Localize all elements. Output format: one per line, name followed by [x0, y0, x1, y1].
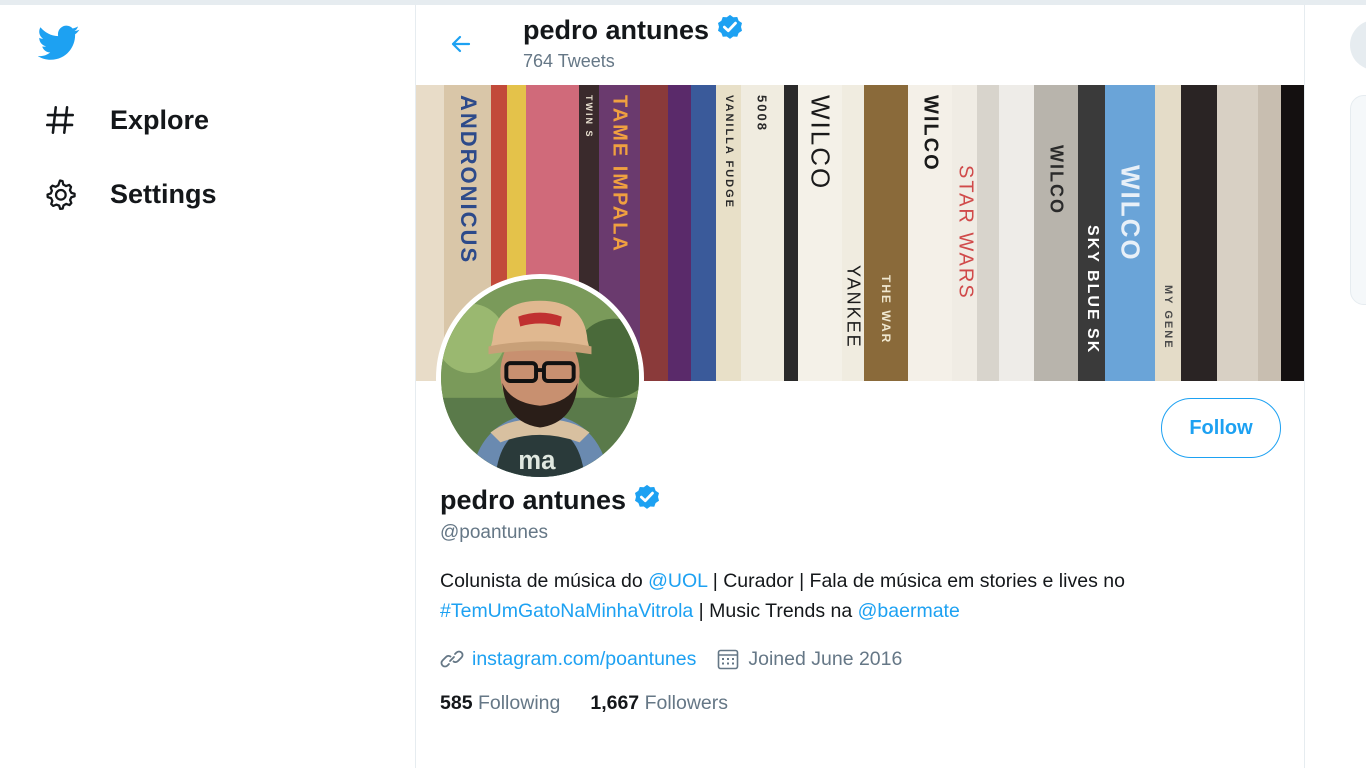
bio-text: | Curador | Fala de música em stories e …	[707, 570, 1125, 592]
banner-spine	[977, 85, 999, 381]
banner-spine-label: THE WAR	[878, 275, 893, 345]
banner-spine: WILCO	[1034, 85, 1079, 381]
banner-spine-label: YANKEE	[843, 265, 864, 349]
profile-header-bar: pedro antunes 764 Tweets	[416, 5, 1304, 85]
following-stat-link[interactable]: 585 Following	[440, 692, 560, 715]
banner-spine	[1257, 85, 1281, 381]
link-icon	[440, 650, 464, 668]
profile-column: pedro antunes 764 Tweets ANDRONICUS TWIN…	[415, 5, 1305, 768]
followers-count: 1,667	[590, 692, 640, 714]
banner-spine: MY GENE	[1154, 85, 1182, 381]
following-label: Following	[477, 692, 561, 714]
right-sidebar-panel	[1350, 95, 1366, 305]
bio-hashtag-link[interactable]: #TemUmGatoNaMinhaVitrola	[440, 600, 693, 622]
header-name-row: pedro antunes	[523, 13, 745, 48]
banner-spine: STAR WARS	[952, 85, 978, 381]
nav-item-settings[interactable]: Settings	[40, 169, 217, 219]
header-tweet-count: 764 Tweets	[523, 51, 615, 71]
banner-spine	[691, 85, 717, 381]
banner-spine-label: MY GENE	[1162, 285, 1175, 350]
profile-name-row: pedro antunes	[440, 483, 662, 518]
profile-avatar[interactable]: ma	[436, 274, 644, 482]
banner-spine-label: ANDRONICUS	[455, 95, 481, 265]
header-display-name: pedro antunes	[523, 15, 710, 45]
banner-spine	[1280, 85, 1304, 381]
joined-item: Joined June 2016	[716, 647, 902, 671]
banner-spine	[783, 85, 798, 381]
nav-item-explore[interactable]: Explore	[40, 95, 209, 145]
banner-spine: WILCO	[1105, 85, 1155, 381]
banner-spine	[416, 85, 445, 381]
banner-spine-label: VANILLA FUDGE	[722, 95, 735, 209]
banner-spine: WILCO	[907, 85, 953, 381]
gear-icon	[40, 174, 80, 214]
banner-spine	[998, 85, 1035, 381]
banner-spine	[639, 85, 669, 381]
bio-text: Colunista de música do	[440, 570, 649, 592]
banner-spine: SKY BLUE SK	[1078, 85, 1106, 381]
followers-label: Followers	[644, 692, 729, 714]
back-arrow-icon	[451, 35, 471, 53]
verified-badge-icon	[715, 13, 745, 48]
banner-spine: VANILLA FUDGE	[716, 85, 741, 381]
banner-spine: WILCO	[797, 85, 843, 381]
banner-spine: THE WAR	[863, 85, 908, 381]
svg-text:ma: ma	[518, 447, 556, 475]
website-item: instagram.com/poantunes	[440, 647, 696, 671]
banner-spine-label: WILCO	[805, 95, 836, 191]
profile-handle: @poantunes	[440, 522, 549, 543]
followers-stat-link[interactable]: 1,667 Followers	[590, 692, 728, 715]
joined-date: Joined June 2016	[748, 647, 903, 670]
profile-stats-row: 585 Following 1,667 Followers	[440, 692, 758, 715]
calendar-icon	[718, 649, 739, 670]
profile-display-name: pedro antunes	[440, 485, 627, 515]
bio-mention-link[interactable]: @UOL	[648, 570, 707, 592]
follow-button[interactable]: Follow	[1161, 398, 1281, 458]
profile-meta-row: instagram.com/poantunes Joined June 2016	[440, 647, 922, 671]
banner-spine-label: STAR WARS	[954, 165, 977, 300]
banner-spine-label: TAME IMPALA	[608, 95, 631, 253]
website-link[interactable]: instagram.com/poantunes	[472, 648, 696, 671]
hashtag-icon	[40, 100, 80, 140]
banner-spine	[1216, 85, 1258, 381]
bio-text: | Music Trends na	[693, 600, 858, 622]
twitter-bird-icon[interactable]	[37, 25, 82, 65]
banner-spine-label: SKY BLUE SK	[1083, 225, 1101, 355]
profile-bio: Colunista de música do @UOL | Curador | …	[440, 566, 1260, 626]
verified-badge-icon	[632, 483, 662, 518]
back-button[interactable]	[440, 25, 482, 63]
banner-spine-label: 5008	[754, 95, 770, 132]
banner-spine	[1181, 85, 1217, 381]
banner-spine: YANKEE	[842, 85, 864, 381]
following-count: 585	[440, 692, 473, 714]
left-navigation: Explore Settings	[0, 5, 415, 768]
search-box[interactable]	[1350, 20, 1366, 70]
banner-spine-label: WILCO	[1115, 165, 1146, 262]
banner-spine-label: WILCO	[1046, 145, 1067, 215]
bio-mention-link[interactable]: @baermate	[858, 600, 960, 622]
banner-spine	[668, 85, 692, 381]
nav-label-settings: Settings	[110, 178, 217, 209]
banner-spine-label: TWIN S	[584, 95, 595, 139]
banner-spine-label: WILCO	[919, 95, 942, 172]
nav-label-explore: Explore	[110, 104, 210, 135]
banner-spine: 5008	[741, 85, 784, 381]
